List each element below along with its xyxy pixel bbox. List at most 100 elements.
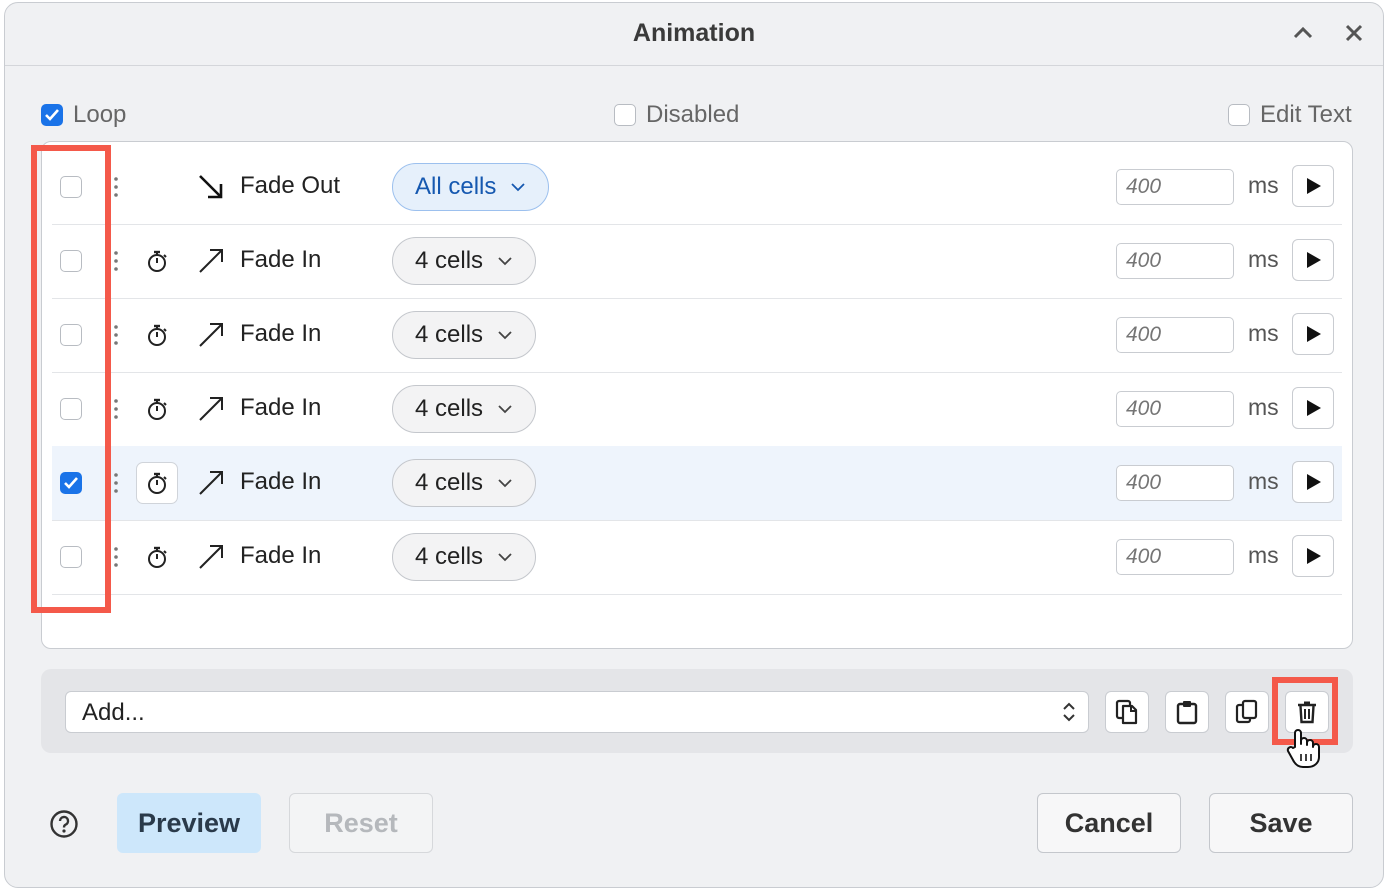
add-step-select[interactable]: Add... bbox=[65, 691, 1089, 733]
checkbox-column-highlight bbox=[31, 145, 111, 613]
target-cells-dropdown[interactable]: 4 cells bbox=[392, 459, 537, 507]
duration-input[interactable] bbox=[1116, 465, 1234, 501]
duration-unit: ms bbox=[1248, 172, 1279, 198]
duration-input[interactable] bbox=[1116, 391, 1234, 427]
delay-timer-button[interactable] bbox=[136, 536, 178, 578]
play-icon bbox=[1307, 400, 1321, 416]
duration-input[interactable] bbox=[1116, 317, 1234, 353]
play-step-button[interactable] bbox=[1292, 313, 1334, 355]
target-label: 4 cells bbox=[415, 543, 484, 570]
animation-step-list: Fade OutAll cellsmsFade In4 cellsmsFade … bbox=[41, 141, 1353, 649]
stopwatch-icon bbox=[148, 398, 167, 420]
save-button[interactable]: Save bbox=[1209, 793, 1353, 853]
duration-input[interactable] bbox=[1116, 169, 1234, 205]
cancel-button[interactable]: Cancel bbox=[1037, 793, 1181, 853]
play-step-button[interactable] bbox=[1292, 535, 1334, 577]
arrow-up-right-icon bbox=[199, 249, 223, 273]
chevron-up-icon bbox=[1293, 26, 1313, 39]
disabled-label: Disabled bbox=[646, 101, 740, 128]
edit-text-checkbox[interactable] bbox=[1228, 104, 1250, 126]
effect-name: Fade Out bbox=[240, 172, 341, 199]
effect-name: Fade In bbox=[240, 542, 322, 569]
chevron-down-icon bbox=[498, 479, 512, 488]
duration-unit: ms bbox=[1248, 468, 1279, 494]
stopwatch-icon bbox=[148, 324, 167, 346]
play-icon bbox=[1307, 252, 1321, 268]
updown-chevron-icon bbox=[1063, 702, 1075, 722]
add-select-value: Add... bbox=[82, 699, 145, 726]
stopwatch-icon bbox=[148, 546, 167, 568]
reset-button[interactable]: Reset bbox=[289, 793, 433, 853]
drag-handle-icon[interactable] bbox=[110, 392, 122, 426]
paste-button[interactable] bbox=[1165, 691, 1209, 733]
animation-step-row[interactable]: Fade In 4 cells ms bbox=[52, 298, 1342, 373]
duration-unit: ms bbox=[1248, 246, 1279, 272]
copy-button[interactable] bbox=[1105, 691, 1149, 733]
duration-input[interactable] bbox=[1116, 243, 1234, 279]
collapse-button[interactable] bbox=[1285, 15, 1321, 51]
play-icon bbox=[1307, 178, 1321, 194]
target-label: All cells bbox=[415, 173, 497, 200]
play-step-button[interactable] bbox=[1292, 461, 1334, 503]
help-icon[interactable] bbox=[49, 809, 79, 839]
target-cells-dropdown[interactable]: All cells bbox=[392, 163, 550, 211]
delay-timer-button[interactable] bbox=[136, 462, 178, 504]
target-label: 4 cells bbox=[415, 321, 484, 348]
add-toolbar: Add... bbox=[41, 669, 1353, 753]
play-step-button[interactable] bbox=[1292, 165, 1334, 207]
arrow-up-right-icon bbox=[199, 471, 223, 495]
target-cells-dropdown[interactable]: 4 cells bbox=[392, 237, 537, 285]
drag-handle-icon[interactable] bbox=[110, 466, 122, 500]
delay-timer-button[interactable] bbox=[136, 314, 178, 356]
chevron-down-icon bbox=[498, 331, 512, 340]
target-cells-dropdown[interactable]: 4 cells bbox=[392, 385, 537, 433]
target-cells-dropdown[interactable]: 4 cells bbox=[392, 533, 537, 581]
disabled-checkbox[interactable] bbox=[614, 104, 636, 126]
arrow-down-right-icon bbox=[199, 175, 223, 199]
arrow-up-right-icon bbox=[199, 323, 223, 347]
drag-handle-icon[interactable] bbox=[110, 318, 122, 352]
duplicate-icon bbox=[1235, 699, 1258, 724]
drag-handle-icon[interactable] bbox=[110, 244, 122, 278]
duration-unit: ms bbox=[1248, 394, 1279, 420]
animation-step-row[interactable]: Fade Out All cells ms bbox=[52, 150, 1342, 225]
close-button[interactable] bbox=[1336, 15, 1372, 51]
duplicate-button[interactable] bbox=[1225, 691, 1269, 733]
animation-step-row[interactable]: Fade In 4 cells ms bbox=[52, 224, 1342, 299]
chevron-down-icon bbox=[498, 257, 512, 266]
delay-timer-button[interactable] bbox=[136, 388, 178, 430]
animation-step-row[interactable]: Fade In 4 cells ms bbox=[52, 446, 1342, 521]
effect-name: Fade In bbox=[240, 246, 322, 273]
duration-input[interactable] bbox=[1116, 539, 1234, 575]
arrow-up-right-icon bbox=[199, 397, 223, 421]
target-cells-dropdown[interactable]: 4 cells bbox=[392, 311, 537, 359]
effect-name: Fade In bbox=[240, 320, 322, 347]
animation-dialog: Animation Loop Disabled Edit Text Fade O… bbox=[4, 2, 1384, 888]
target-label: 4 cells bbox=[415, 469, 484, 496]
play-icon bbox=[1307, 474, 1321, 490]
play-icon bbox=[1307, 326, 1321, 342]
copy-icon bbox=[1115, 699, 1138, 725]
target-label: 4 cells bbox=[415, 247, 484, 274]
check-icon bbox=[45, 109, 59, 121]
duration-unit: ms bbox=[1248, 320, 1279, 346]
edit-text-option[interactable]: Edit Text bbox=[1228, 101, 1352, 129]
loop-label: Loop bbox=[73, 101, 127, 128]
play-step-button[interactable] bbox=[1292, 239, 1334, 281]
chevron-down-icon bbox=[498, 553, 512, 562]
loop-checkbox[interactable] bbox=[41, 104, 63, 126]
drag-handle-icon[interactable] bbox=[110, 540, 122, 574]
chevron-down-icon bbox=[498, 405, 512, 414]
preview-button[interactable]: Preview bbox=[117, 793, 261, 853]
loop-option[interactable]: Loop bbox=[41, 101, 126, 129]
drag-handle-icon[interactable] bbox=[110, 170, 122, 204]
effect-name: Fade In bbox=[240, 468, 322, 495]
play-step-button[interactable] bbox=[1292, 387, 1334, 429]
stopwatch-icon bbox=[148, 472, 167, 494]
hand-cursor-icon bbox=[1286, 729, 1320, 768]
animation-step-row[interactable]: Fade In 4 cells ms bbox=[52, 372, 1342, 447]
animation-step-row[interactable]: Fade In 4 cells ms bbox=[52, 520, 1342, 595]
disabled-option[interactable]: Disabled bbox=[614, 101, 739, 129]
target-label: 4 cells bbox=[415, 395, 484, 422]
delay-timer-button[interactable] bbox=[136, 240, 178, 282]
